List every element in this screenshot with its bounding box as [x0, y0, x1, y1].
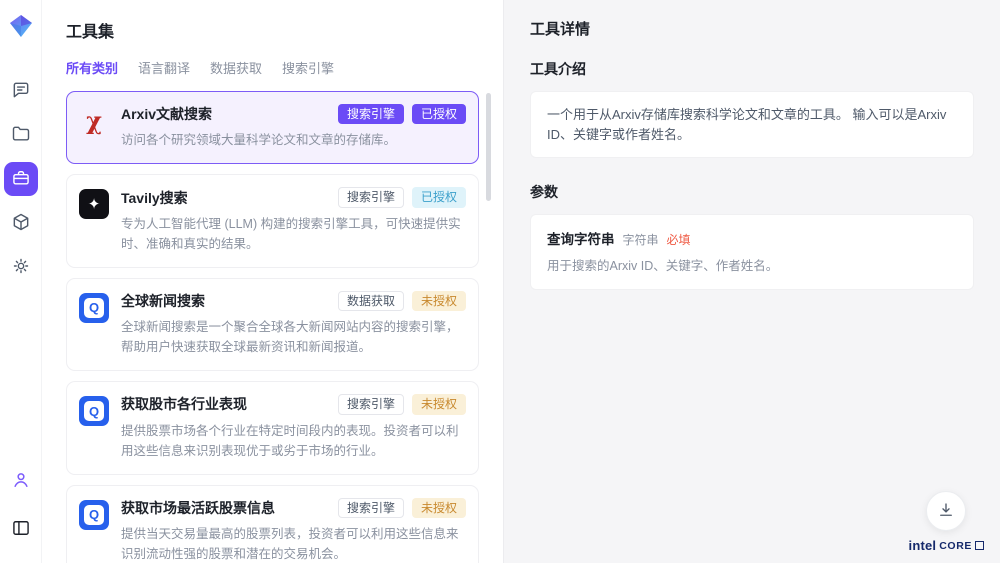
tool-name: Arxiv文献搜索	[121, 104, 212, 124]
page-title: 工具集	[66, 18, 491, 42]
user-profile-button[interactable]	[4, 464, 38, 498]
panel-layout-icon	[11, 518, 31, 541]
cube-icon	[11, 212, 31, 235]
intro-card: 一个用于从Arxiv存储库搜索科学论文和文章的工具。 输入可以是Arxiv ID…	[530, 91, 974, 158]
core-tier-box-icon	[975, 541, 984, 550]
tab-category-1[interactable]: 语言翻译	[138, 58, 190, 77]
tool-card[interactable]: ✦ Tavily搜索 搜索引擎 已授权 专为人工智能代理 (LLM) 构建的搜索…	[66, 174, 479, 267]
tool-list: χ Arxiv文献搜索 搜索引擎 已授权 访问各个研究领域大量科学论文和文章的存…	[66, 91, 491, 563]
status-badge: 未授权	[412, 498, 466, 518]
tool-name: 获取股市各行业表现	[121, 394, 247, 414]
q-blue-icon: Q	[79, 293, 109, 323]
tab-category-0[interactable]: 所有类别	[66, 58, 118, 77]
intel-brand-text: intel	[909, 538, 937, 553]
q-blue-icon: Q	[79, 500, 109, 530]
param-required-badge: 必填	[667, 231, 691, 248]
download-icon	[937, 501, 955, 522]
tavily-icon: ✦	[79, 189, 109, 219]
param-header: 查询字符串 字符串 必填	[547, 228, 957, 248]
tool-name: Tavily搜索	[121, 188, 188, 208]
briefcase-icon	[11, 168, 31, 191]
folder-icon	[11, 124, 31, 147]
tool-name: 获取市场最活跃股票信息	[121, 498, 275, 518]
status-badge: 未授权	[412, 394, 466, 414]
tool-detail-panel: 工具详情 工具介绍 一个用于从Arxiv存储库搜索科学论文和文章的工具。 输入可…	[504, 0, 1000, 563]
gear-icon	[11, 256, 31, 279]
core-brand-text: CORE	[939, 540, 972, 552]
tool-description: 提供当天交易量最高的股票列表，投资者可以利用这些信息来识别流动性强的股票和潜在的…	[121, 524, 466, 563]
tool-description: 提供股票市场各个行业在特定时间段内的表现。投资者可以利用这些信息来识别表现优于或…	[121, 421, 466, 461]
tool-card[interactable]: Q 获取市场最活跃股票信息 搜索引擎 未授权 提供当天交易量最高的股票列表，投资…	[66, 485, 479, 563]
scrollbar-thumb[interactable]	[486, 93, 491, 201]
tool-description: 全球新闻搜索是一个聚合全球各大新闻网站内容的搜索引擎，帮助用户快速获取全球最新资…	[121, 317, 466, 357]
intro-heading: 工具介绍	[530, 59, 974, 79]
status-badge: 已授权	[412, 104, 466, 124]
params-heading: 参数	[530, 182, 974, 202]
category-tabs: 所有类别 语言翻译 数据获取 搜索引擎	[66, 58, 491, 77]
category-badge: 搜索引擎	[338, 498, 404, 518]
chat-icon	[11, 80, 31, 103]
param-description: 用于搜索的Arxiv ID、关键字、作者姓名。	[547, 257, 957, 276]
tool-card[interactable]: Q 获取股市各行业表现 搜索引擎 未授权 提供股票市场各个行业在特定时间段内的表…	[66, 381, 479, 474]
intro-text: 一个用于从Arxiv存储库搜索科学论文和文章的工具。 输入可以是Arxiv ID…	[547, 105, 957, 144]
user-icon	[11, 470, 31, 493]
param-name: 查询字符串	[547, 228, 615, 248]
sidebar-item-chat[interactable]	[4, 74, 38, 108]
detail-title: 工具详情	[530, 18, 974, 39]
q-blue-icon: Q	[79, 396, 109, 426]
tab-category-2[interactable]: 数据获取	[210, 58, 262, 77]
arxiv-icon: χ	[79, 106, 109, 136]
tool-card[interactable]: Q 全球新闻搜索 数据获取 未授权 全球新闻搜索是一个聚合全球各大新闻网站内容的…	[66, 278, 479, 371]
status-badge: 未授权	[412, 291, 466, 311]
tool-list-panel: 工具集 所有类别语言翻译数据获取搜索引擎 χ Arxiv文献搜索 搜索引擎 已授…	[42, 0, 504, 563]
scrollbar[interactable]	[486, 93, 491, 561]
app-root: 工具集 所有类别语言翻译数据获取搜索引擎 χ Arxiv文献搜索 搜索引擎 已授…	[0, 0, 1000, 563]
sidebar-item-tools[interactable]	[4, 162, 38, 196]
status-badge: 已授权	[412, 187, 466, 207]
intel-core-logo: intel CORE	[909, 538, 984, 553]
category-badge: 搜索引擎	[338, 187, 404, 207]
tool-name: 全球新闻搜索	[121, 291, 205, 311]
collapse-sidebar-button[interactable]	[4, 512, 38, 546]
param-card: 查询字符串 字符串 必填 用于搜索的Arxiv ID、关键字、作者姓名。	[530, 214, 974, 290]
tool-description: 专为人工智能代理 (LLM) 构建的搜索引擎工具，可快速提供实时、准确和真实的结…	[121, 214, 466, 254]
download-button[interactable]	[926, 491, 966, 531]
app-logo	[9, 14, 33, 43]
param-type: 字符串	[623, 231, 659, 248]
tab-category-3[interactable]: 搜索引擎	[282, 58, 334, 77]
category-badge: 搜索引擎	[338, 394, 404, 414]
sidebar	[0, 0, 42, 563]
tool-description: 访问各个研究领域大量科学论文和文章的存储库。	[121, 130, 466, 150]
tool-card[interactable]: χ Arxiv文献搜索 搜索引擎 已授权 访问各个研究领域大量科学论文和文章的存…	[66, 91, 479, 164]
category-badge: 数据获取	[338, 291, 404, 311]
sidebar-item-plugins[interactable]	[4, 206, 38, 240]
sidebar-item-files[interactable]	[4, 118, 38, 152]
floating-controls: intel CORE	[909, 491, 984, 553]
sidebar-item-settings[interactable]	[4, 250, 38, 284]
category-badge: 搜索引擎	[338, 104, 404, 124]
